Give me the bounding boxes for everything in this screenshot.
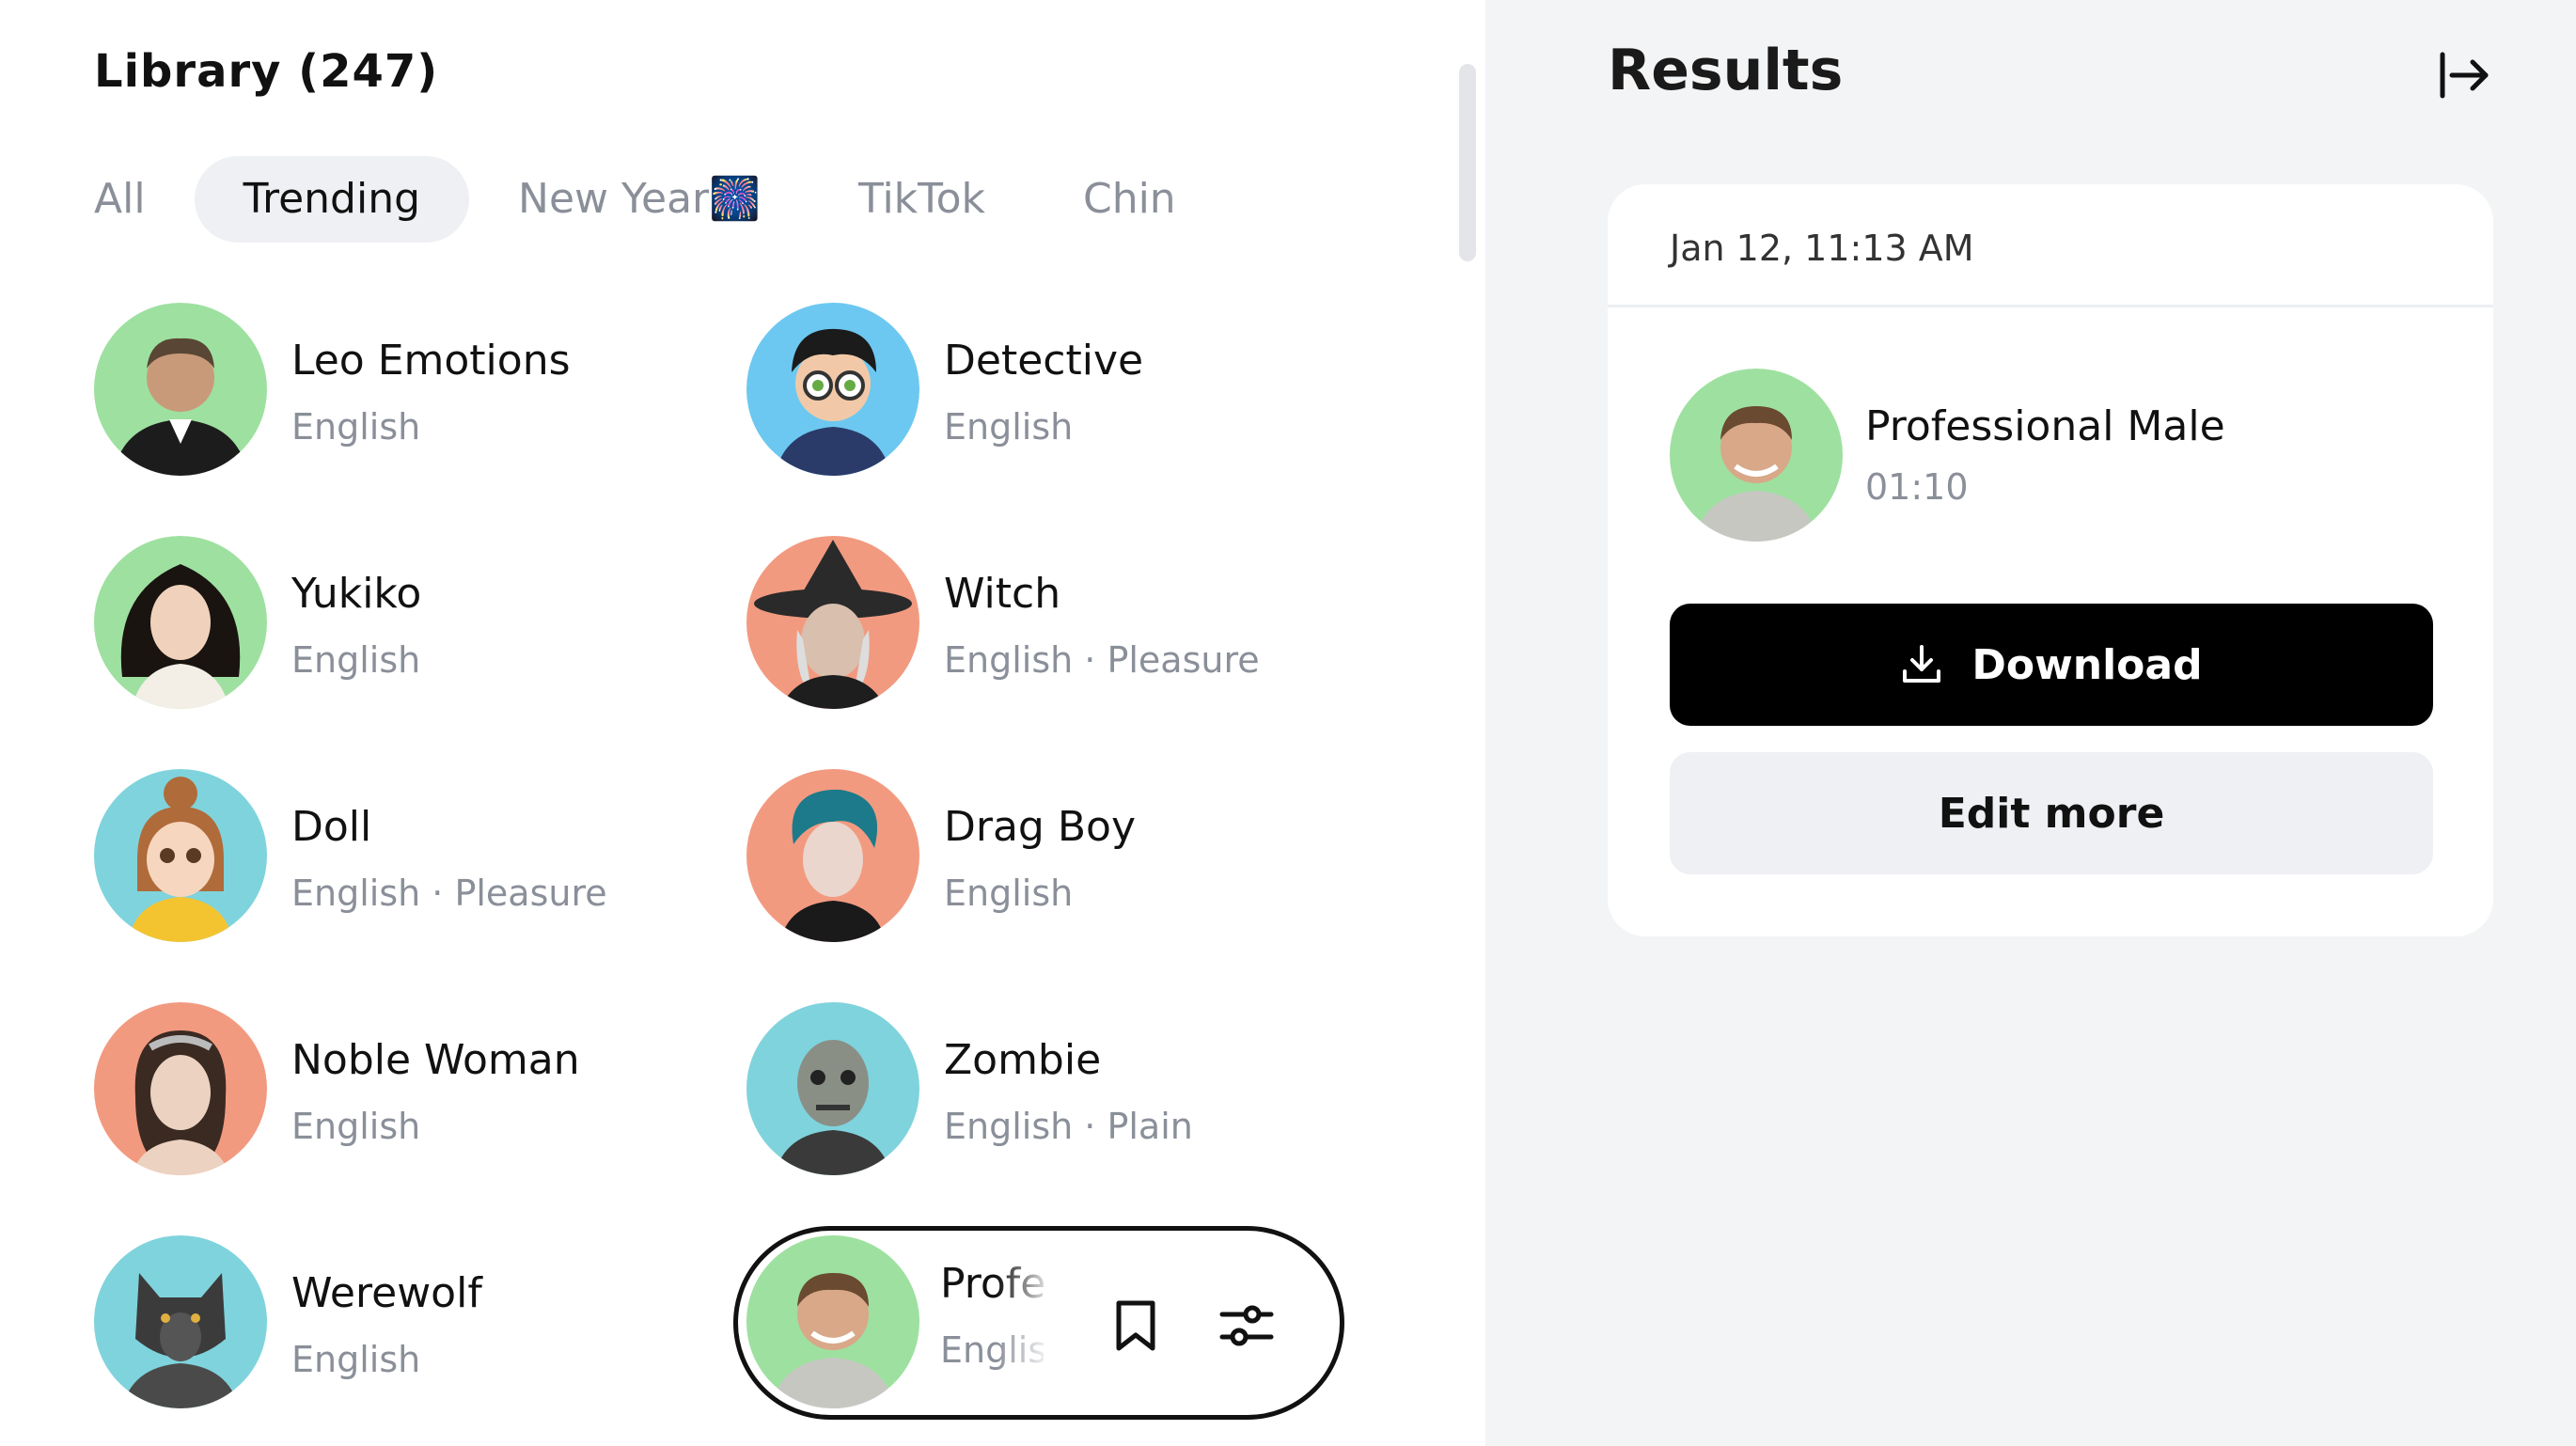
voice-item-detective[interactable]: Detective English [746,303,1348,476]
voice-meta: English [291,639,421,681]
download-button[interactable]: Download [1670,604,2433,726]
scrollbar[interactable] [1459,64,1476,261]
voice-item-zombie[interactable]: Zombie English · Plain [746,1002,1348,1175]
voice-name: Noble Woman [291,1036,580,1084]
voice-item-yukiko[interactable]: Yukiko English [94,536,696,709]
avatar [746,303,919,476]
collapse-panel-icon[interactable] [2435,47,2491,103]
voice-name: Yukiko [291,570,422,618]
result-card: Jan 12, 11:13 AM Professional Male 01:10… [1608,184,2493,936]
avatar [94,303,267,476]
selected-voice-avatar [746,1235,919,1408]
avatar [746,536,919,709]
avatar [746,1002,919,1175]
library-panel: Library (247) All Trending New Year🎆 Tik… [0,0,1485,1446]
voice-item-doll[interactable]: Doll English · Pleasure [94,769,696,942]
text-fade [997,1260,1053,1391]
voice-meta: English [291,406,421,448]
voice-item-noble-woman[interactable]: Noble Woman English [94,1002,696,1175]
result-voice-name: Professional Male [1865,402,2225,450]
category-tabs: All Trending New Year🎆 TikTok Chin [94,156,1307,243]
bookmark-icon[interactable] [1106,1296,1166,1356]
tab-tiktok[interactable]: TikTok [809,156,1034,243]
voice-item-leo-emotions[interactable]: Leo Emotions English [94,303,696,476]
voice-meta: English · Pleasure [291,872,607,914]
voice-meta: English [944,406,1074,448]
voice-name: Werewolf [291,1269,482,1317]
tabs-fade [1166,156,1279,243]
voice-meta: English · Plain [944,1106,1193,1147]
avatar [94,769,267,942]
library-title: Library (247) [94,45,439,98]
voice-meta: English [291,1106,421,1147]
voice-meta: English · Pleasure [944,639,1260,681]
voice-meta: English [291,1339,421,1380]
voice-name: Detective [944,337,1144,385]
avatar [94,1235,267,1408]
result-date: Jan 12, 11:13 AM [1670,228,1974,269]
voice-name: Drag Boy [944,803,1136,851]
voice-name: Zombie [944,1036,1102,1084]
voice-name: Witch [944,570,1061,618]
tab-trending[interactable]: Trending [194,156,470,243]
result-duration: 01:10 [1865,466,1969,508]
divider [1608,305,2493,307]
download-label: Download [1971,640,2203,689]
tab-new-year[interactable]: New Year🎆 [469,156,809,243]
results-title: Results [1608,38,1844,103]
avatar [94,536,267,709]
voice-meta: English [944,872,1074,914]
result-avatar [1670,369,1843,542]
sliders-icon[interactable] [1217,1296,1277,1356]
voice-name: Doll [291,803,372,851]
voice-item-werewolf[interactable]: Werewolf English [94,1235,696,1408]
download-icon [1903,645,1941,683]
avatar [94,1002,267,1175]
tab-all[interactable]: All [94,156,195,243]
voice-item-witch[interactable]: Witch English · Pleasure [746,536,1348,709]
edit-more-button[interactable]: Edit more [1670,752,2433,874]
voice-name: Leo Emotions [291,337,571,385]
voice-item-drag-boy[interactable]: Drag Boy English [746,769,1348,942]
avatar [746,769,919,942]
